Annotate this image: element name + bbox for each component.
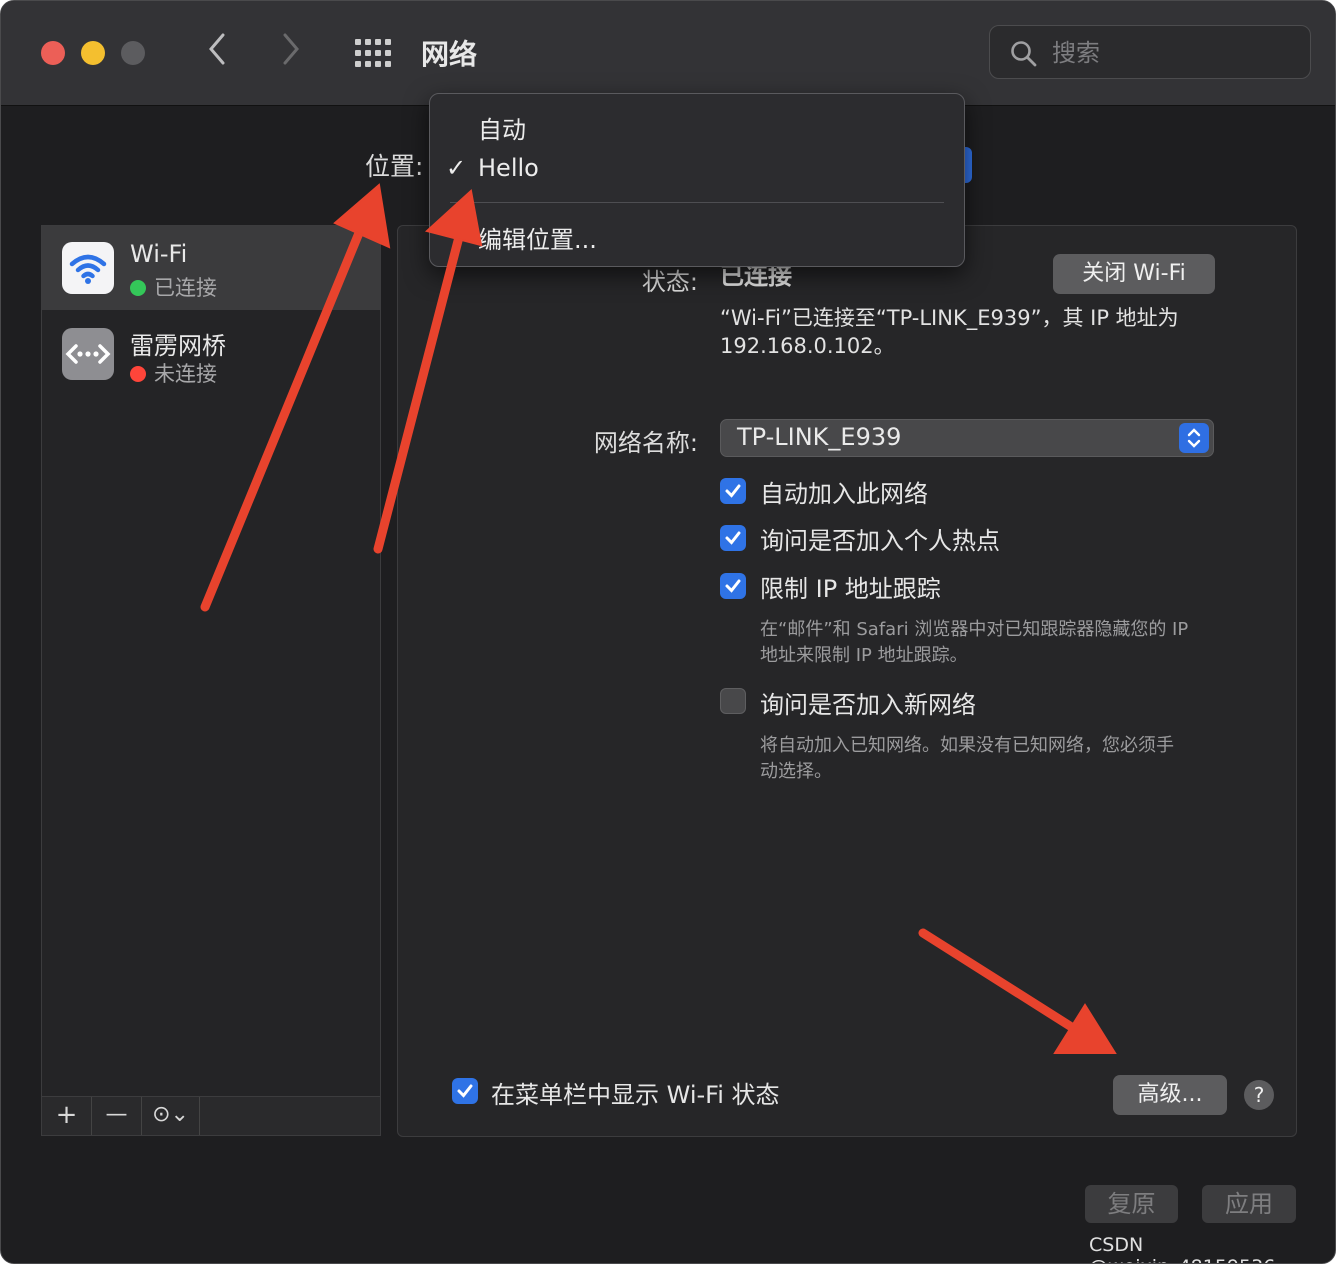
ask-hotspot-label: 询问是否加入个人热点 xyxy=(760,527,1000,555)
status-green-dot-icon xyxy=(130,280,146,296)
search-field[interactable] xyxy=(989,25,1311,79)
service-status: 已连接 xyxy=(130,272,217,302)
updown-chevron-icon xyxy=(1179,423,1209,453)
location-menu-item-hello[interactable]: ✓ Hello xyxy=(430,150,964,190)
service-list: Wi-Fi 已连接 雷雳网桥 未连接 xyxy=(41,225,381,1097)
help-button[interactable]: ? xyxy=(1244,1080,1274,1110)
minimize-window-button[interactable] xyxy=(81,41,105,65)
title-bar: 网络 xyxy=(1,1,1335,106)
apply-button[interactable]: 应用 xyxy=(1202,1185,1296,1223)
ask-join-new-note-line2: 动选择。 xyxy=(760,761,832,782)
show-in-menubar-checkbox[interactable] xyxy=(452,1078,478,1104)
checkmark-icon xyxy=(725,484,741,498)
status-red-dot-icon xyxy=(130,366,146,382)
location-menu: 自动 ✓ Hello 编辑位置... xyxy=(429,93,965,267)
location-menu-item-auto[interactable]: 自动 xyxy=(430,106,964,146)
network-name-label: 网络名称: xyxy=(593,429,698,457)
network-preferences-window: 网络 位置: Wi-Fi 已连接 xyxy=(0,0,1336,1264)
search-input[interactable] xyxy=(1050,34,1294,72)
service-status-text: 未连接 xyxy=(154,362,217,386)
network-name-select[interactable]: TP-LINK_E939 xyxy=(720,419,1214,457)
location-label: 位置: xyxy=(365,152,424,181)
show-all-grid-icon[interactable] xyxy=(355,39,391,67)
thunderbolt-bridge-icon xyxy=(62,328,114,380)
search-icon xyxy=(1011,41,1037,67)
window-title: 网络 xyxy=(421,38,478,71)
service-name: Wi-Fi xyxy=(130,240,188,268)
service-list-toolbar: + — ⊙⌄ xyxy=(41,1096,381,1136)
service-name: 雷雳网桥 xyxy=(130,332,226,360)
ask-join-new-note-line1: 将自动加入已知网络。如果没有已知网络，您必须手 xyxy=(760,735,1174,756)
service-status: 未连接 xyxy=(130,358,217,388)
network-name-value: TP-LINK_E939 xyxy=(737,423,902,451)
remove-service-button[interactable]: — xyxy=(92,1097,142,1135)
action-menu-button[interactable]: ⊙⌄ xyxy=(142,1097,200,1135)
limit-ip-tracking-label: 限制 IP 地址跟踪 xyxy=(760,575,941,603)
ask-join-new-label: 询问是否加入新网络 xyxy=(760,691,976,719)
checkmark-icon xyxy=(725,579,741,593)
menu-item-label: 编辑位置... xyxy=(478,226,597,254)
advanced-button[interactable]: 高级... xyxy=(1113,1075,1227,1115)
auto-join-checkbox[interactable] xyxy=(720,478,746,504)
service-status-text: 已连接 xyxy=(154,276,217,300)
status-label: 状态: xyxy=(641,268,698,296)
ask-join-new-checkbox[interactable] xyxy=(720,688,746,714)
menu-item-label: Hello xyxy=(478,154,539,182)
back-chevron-icon[interactable] xyxy=(205,31,229,76)
limit-ip-tracking-note-line2: 地址来限制 IP 地址跟踪。 xyxy=(760,645,968,666)
close-window-button[interactable] xyxy=(41,41,65,65)
detail-panel: 状态: 已连接 关闭 Wi-Fi “Wi-Fi”已连接至“TP-LINK_E93… xyxy=(397,225,1297,1137)
menu-separator xyxy=(450,202,944,203)
checkmark-icon xyxy=(725,531,741,545)
turn-off-wifi-button[interactable]: 关闭 Wi-Fi xyxy=(1053,254,1215,294)
status-description-line1: “Wi-Fi”已连接至“TP-LINK_E939”，其 IP 地址为 xyxy=(720,306,1179,330)
checkmark-icon xyxy=(457,1084,473,1098)
menu-item-label: 自动 xyxy=(478,116,526,144)
revert-button[interactable]: 复原 xyxy=(1085,1185,1178,1223)
auto-join-label: 自动加入此网络 xyxy=(760,480,928,508)
checkmark-icon: ✓ xyxy=(446,154,467,182)
watermark: CSDN @weixin_48159536 xyxy=(1089,1234,1275,1263)
status-description-line2: 192.168.0.102。 xyxy=(720,334,895,358)
ask-hotspot-checkbox[interactable] xyxy=(720,525,746,551)
limit-ip-tracking-note-line1: 在“邮件”和 Safari 浏览器中对已知跟踪器隐藏您的 IP xyxy=(760,619,1189,640)
service-item-wifi[interactable]: Wi-Fi 已连接 xyxy=(42,226,380,310)
wifi-icon xyxy=(62,242,114,294)
show-in-menubar-label: 在菜单栏中显示 Wi-Fi 状态 xyxy=(491,1081,780,1109)
limit-ip-tracking-checkbox[interactable] xyxy=(720,573,746,599)
add-service-button[interactable]: + xyxy=(42,1097,92,1135)
forward-chevron-icon[interactable] xyxy=(279,31,303,76)
location-menu-item-edit[interactable]: 编辑位置... xyxy=(430,216,964,256)
zoom-window-button[interactable] xyxy=(121,41,145,65)
service-item-thunderbolt-bridge[interactable]: 雷雳网桥 未连接 xyxy=(42,312,380,396)
